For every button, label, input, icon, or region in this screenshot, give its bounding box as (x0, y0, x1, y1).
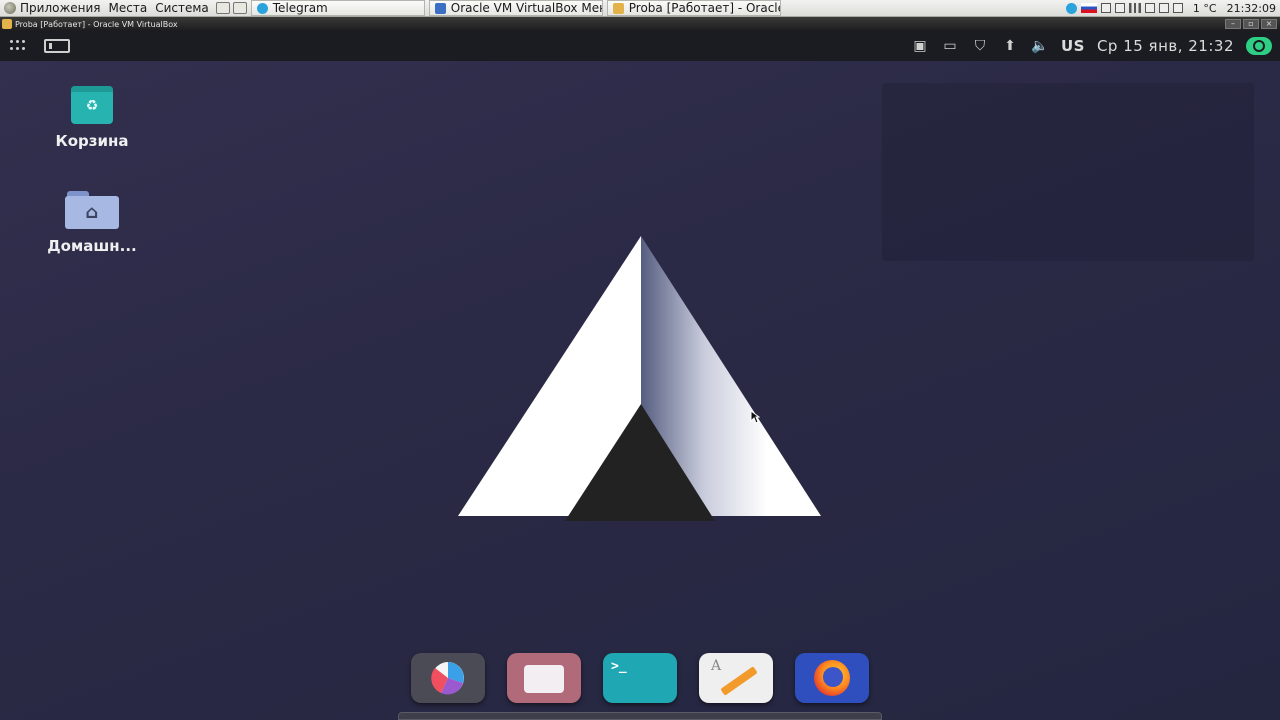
keyboard-indicator-icon[interactable] (1100, 3, 1111, 13)
keyboard-layout-indicator[interactable]: US (1061, 37, 1085, 55)
distro-logo-icon (4, 2, 16, 14)
terminal-app-icon[interactable]: >_ (603, 653, 677, 703)
guest-clock[interactable]: Ср 15 янв, 21:32 (1097, 37, 1234, 55)
virtualbox-vm-icon (612, 2, 624, 14)
taskbar-label: Proba [Работает] - Oracle ... (628, 1, 780, 15)
firefox-app-icon[interactable] (795, 653, 869, 703)
desktop-icon-trash[interactable]: Корзина (37, 86, 147, 150)
files-app-icon[interactable] (507, 653, 581, 703)
system-menu-label: Система (155, 1, 209, 15)
virtualbox-icon (434, 2, 446, 14)
power-icon[interactable] (1246, 37, 1272, 55)
help-launcher-icon[interactable] (232, 2, 247, 14)
network-signal-icon[interactable] (1128, 3, 1141, 13)
mouse-cursor-icon (750, 410, 760, 424)
close-button[interactable]: × (1261, 19, 1277, 29)
dock-shelf (398, 712, 882, 720)
sidebar-toggle-icon[interactable] (44, 39, 70, 53)
telegram-icon (256, 2, 268, 14)
dock: >_ A (398, 639, 882, 720)
scroll-lock-icon (1172, 3, 1183, 13)
caps-lock-icon (1144, 3, 1155, 13)
faint-overlay-panel (882, 83, 1254, 261)
clipboard-icon[interactable]: ▣ (911, 38, 929, 54)
virtualbox-vm-icon (2, 19, 12, 29)
places-menu[interactable]: Места (105, 0, 152, 17)
text-editor-app-icon[interactable]: A (699, 653, 773, 703)
places-menu-label: Места (108, 1, 148, 15)
guest-desktop[interactable]: ▣ ▭ ⛉ ⬆ 🔈 US Ср 15 янв, 21:32 Корзина ⌂ … (0, 31, 1280, 720)
taskbar-button-telegram[interactable]: Telegram (250, 0, 425, 16)
taskbar-label: Telegram (272, 1, 328, 15)
vm-window-title: Proba [Работает] - Oracle VM VirtualBox (15, 19, 178, 29)
system-tray: 1 °C 21:32:09 (1065, 0, 1280, 17)
shield-icon[interactable]: ⛉ (971, 38, 989, 54)
system-menu[interactable]: Система (151, 0, 213, 17)
app-grid-icon[interactable] (10, 40, 26, 52)
host-clock[interactable]: 21:32:09 (1227, 2, 1276, 15)
home-folder-icon: ⌂ (65, 191, 119, 229)
minimize-button[interactable]: – (1225, 19, 1241, 29)
desktop-icon-label: Корзина (55, 132, 129, 150)
telegram-tray-icon[interactable] (1065, 2, 1077, 14)
taskbar-button-proba-vm[interactable]: Proba [Работает] - Oracle ... (606, 0, 781, 16)
screenshot-launcher-icon[interactable] (215, 2, 230, 14)
vm-window-titlebar[interactable]: Proba [Работает] - Oracle VM VirtualBox … (0, 17, 1280, 31)
distro-logo-wallpaper (458, 236, 821, 521)
keyboard-flag-icon[interactable] (1080, 3, 1097, 13)
desktop-icon-home[interactable]: ⌂ Домашн... (37, 191, 147, 255)
applications-menu-label: Приложения (20, 1, 101, 15)
display-icon[interactable]: ▭ (941, 38, 959, 54)
weather-label[interactable]: 1 °C (1193, 2, 1217, 15)
disk-usage-app-icon[interactable] (411, 653, 485, 703)
desktop-icon-label: Домашн... (47, 237, 137, 255)
taskbar-button-virtualbox-manager[interactable]: Oracle VM VirtualBox Мене... (428, 0, 603, 16)
trash-icon (71, 86, 113, 124)
applications-menu[interactable]: Приложения (0, 0, 105, 17)
taskbar-label: Oracle VM VirtualBox Мене... (450, 1, 602, 15)
host-top-panel: Приложения Места Система Telegram Oracle… (0, 0, 1280, 17)
updates-icon[interactable]: ⬆ (1001, 38, 1019, 54)
maximize-button[interactable]: ▫ (1243, 19, 1259, 29)
audio-icon[interactable] (1114, 3, 1125, 13)
volume-icon[interactable]: 🔈 (1031, 38, 1049, 54)
guest-top-bar: ▣ ▭ ⛉ ⬆ 🔈 US Ср 15 янв, 21:32 (0, 31, 1280, 61)
num-lock-icon (1158, 3, 1169, 13)
